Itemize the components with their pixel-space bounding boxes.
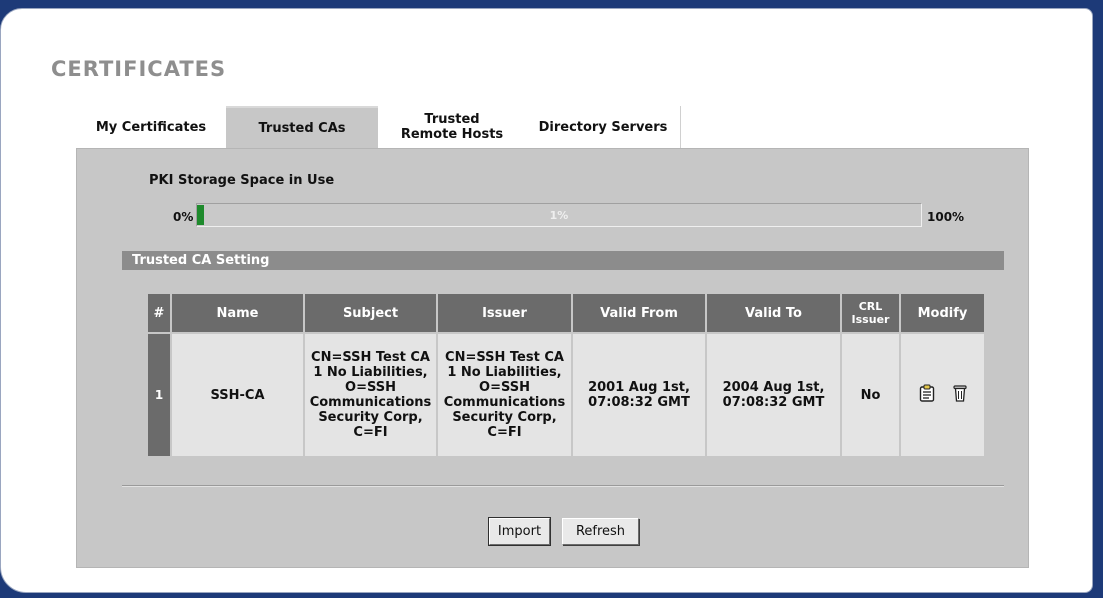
- section-title: Trusted CA Setting: [122, 251, 1004, 270]
- col-header-modify: Modify: [899, 292, 986, 334]
- row-name: SSH-CA: [170, 332, 305, 458]
- row-subject: CN=SSH Test CA 1 No Liabilities, O=SSH C…: [303, 332, 438, 458]
- modify-actions: [902, 384, 983, 406]
- page-title: CERTIFICATES: [51, 57, 227, 81]
- col-header-num: #: [146, 292, 172, 334]
- table-row: 1 SSH-CA CN=SSH Test CA 1 No Liabilities…: [146, 332, 986, 458]
- row-modify: [899, 332, 986, 458]
- tab-my-certificates[interactable]: My Certificates: [76, 106, 226, 148]
- storage-max-label: 100%: [927, 210, 965, 224]
- storage-title: PKI Storage Space in Use: [149, 173, 335, 188]
- trash-icon[interactable]: [952, 384, 967, 406]
- col-header-valid-from: Valid From: [571, 292, 707, 334]
- row-crl-issuer: No: [840, 332, 901, 458]
- divider: [122, 485, 1004, 487]
- col-header-name: Name: [170, 292, 305, 334]
- storage-min-label: 0%: [173, 210, 194, 224]
- row-valid-from: 2001 Aug 1st, 07:08:32 GMT: [571, 332, 707, 458]
- tab-directory-servers[interactable]: Directory Servers: [526, 106, 681, 148]
- main-frame: CERTIFICATES My Certificates Trusted CAs…: [0, 8, 1093, 593]
- row-valid-to: 2004 Aug 1st, 07:08:32 GMT: [705, 332, 842, 458]
- tab-trusted-cas[interactable]: Trusted CAs: [226, 106, 378, 148]
- trusted-cas-panel: PKI Storage Space in Use 0% 1% 100% Trus…: [76, 148, 1029, 568]
- col-header-issuer: Issuer: [436, 292, 573, 334]
- edit-icon[interactable]: [919, 384, 935, 406]
- col-header-crl-issuer: CRL Issuer: [840, 292, 901, 334]
- table-header-row: # Name Subject Issuer Valid From Valid T…: [146, 292, 986, 334]
- row-num: 1: [146, 332, 172, 458]
- import-button[interactable]: Import: [488, 517, 551, 546]
- tab-bar: My Certificates Trusted CAs Trusted Remo…: [76, 106, 681, 148]
- col-header-subject: Subject: [303, 292, 438, 334]
- storage-progress-bar: 1%: [196, 203, 922, 227]
- trusted-ca-table: # Name Subject Issuer Valid From Valid T…: [146, 292, 986, 458]
- col-header-valid-to: Valid To: [705, 292, 842, 334]
- storage-progress-value: 1%: [549, 208, 569, 222]
- row-issuer: CN=SSH Test CA 1 No Liabilities, O=SSH C…: [436, 332, 573, 458]
- tab-trusted-remote-hosts[interactable]: Trusted Remote Hosts: [378, 106, 526, 148]
- refresh-button[interactable]: Refresh: [562, 518, 639, 545]
- tab-trusted-remote-hosts-label: Trusted Remote Hosts: [400, 112, 504, 142]
